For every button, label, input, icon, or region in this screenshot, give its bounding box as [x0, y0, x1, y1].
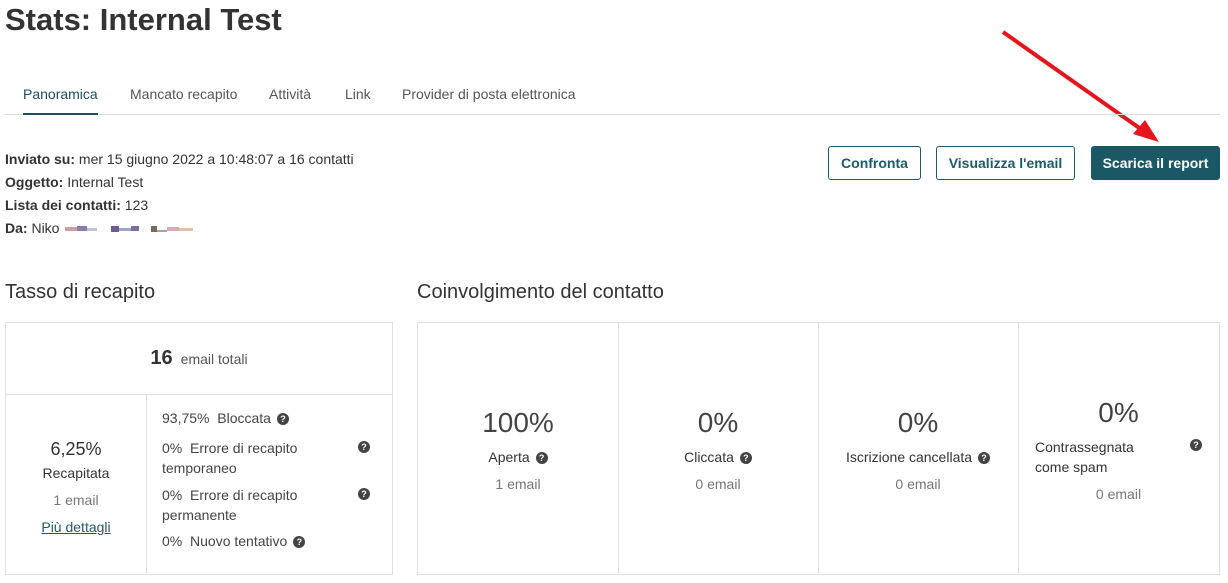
tab-link[interactable]: Link [345, 86, 371, 113]
tab-provider[interactable]: Provider di posta elettronica [402, 86, 576, 113]
engagement-section-title: Coinvolgimento del contatto [417, 281, 664, 303]
total-number: 16 [150, 347, 173, 369]
bounce-row-permanent: 0% Errore di recapito permanente [162, 485, 312, 525]
total-emails: 16 email totali [6, 323, 392, 395]
subject-label: Oggetto: [5, 174, 64, 190]
tab-attivita[interactable]: Attività [269, 86, 311, 113]
list-row: Lista dei contatti: 123 [5, 194, 354, 217]
page-title: Stats: Internal Test [5, 2, 282, 37]
card-pct: 0% [697, 407, 739, 438]
subject-value: Internal Test [63, 174, 144, 190]
tab-panoramica[interactable]: Panoramica [23, 86, 98, 115]
redacted-sender [65, 226, 194, 233]
engagement-panel: 100% Aperta? 1 email 0% Cliccata? 0 emai… [417, 322, 1220, 575]
help-icon[interactable]: ? [535, 452, 548, 465]
row-label: Nuovo tentativo [190, 533, 288, 549]
delivery-section-title: Tasso di recapito [5, 281, 156, 303]
row-pct: 0% [162, 533, 183, 549]
card-count: 1 email [495, 476, 541, 492]
help-icon[interactable]: ? [358, 441, 370, 453]
from-value: Niko [27, 220, 60, 236]
from-row: Da: Niko [5, 217, 354, 240]
card-count: 0 email [895, 476, 941, 492]
compare-button[interactable]: Confronta [828, 146, 921, 180]
tab-mancato-recapito[interactable]: Mancato recapito [130, 86, 237, 113]
card-unsubscribed: 0% Iscrizione cancellata? 0 email [818, 323, 1019, 574]
row-label: Bloccata [217, 410, 271, 426]
bounce-row-blocked: 93,75% Bloccata? [162, 410, 289, 426]
card-clicked: 0% Cliccata? 0 email [618, 323, 819, 574]
card-label-row: Cliccata? [618, 449, 818, 465]
card-count: 0 email [695, 476, 741, 492]
help-icon[interactable]: ? [276, 413, 289, 426]
card-label: Aperta [488, 449, 530, 465]
row-label: Errore di recapito permanente [162, 487, 298, 523]
card-label-row: Iscrizione cancellata? [818, 449, 1018, 465]
help-icon[interactable]: ? [293, 536, 306, 549]
help-icon[interactable]: ? [358, 488, 370, 500]
more-details-link[interactable]: Più dettagli [6, 519, 146, 535]
download-report-button[interactable]: Scarica il report [1091, 146, 1220, 180]
total-label: email totali [180, 350, 248, 367]
delivered-count: 1 email [53, 492, 99, 508]
row-pct: 93,75% [162, 410, 210, 426]
card-label: Iscrizione cancellata [845, 449, 973, 465]
card-label: Contrassegnata come spam [1035, 439, 1134, 475]
help-icon[interactable]: ? [739, 452, 752, 465]
row-pct: 0% [162, 440, 183, 456]
card-count: 0 email [1095, 486, 1142, 502]
view-email-button[interactable]: Visualizza l'email [936, 146, 1075, 180]
card-label: Cliccata [684, 449, 734, 465]
delivered-pct: 6,25% [50, 439, 102, 459]
sent-label: Inviato su: [5, 151, 76, 167]
card-pct: 100% [482, 407, 554, 438]
sent-value: mer 15 giugno 2022 a 10:48:07 a 16 conta… [75, 151, 354, 167]
tab-bar: Panoramica Mancato recapito Attività Lin… [5, 80, 1220, 115]
row-label: Errore di recapito temporaneo [162, 440, 298, 476]
campaign-meta: Inviato su: mer 15 giugno 2022 a 10:48:0… [5, 148, 354, 240]
sent-row: Inviato su: mer 15 giugno 2022 a 10:48:0… [5, 148, 354, 171]
card-pct: 0% [1098, 397, 1139, 428]
card-pct: 0% [897, 407, 939, 438]
card-label-row: Aperta? [418, 449, 618, 465]
help-icon[interactable]: ? [1190, 439, 1202, 451]
card-opened: 100% Aperta? 1 email [418, 323, 619, 574]
delivery-panel: 16 email totali 6,25% Recapitata 1 email… [5, 322, 393, 575]
list-value: 123 [120, 197, 149, 213]
delivered-label: Recapitata [42, 465, 110, 481]
bounce-row-retry: 0% Nuovo tentativo? [162, 533, 306, 549]
card-spam: 0% Contrassegnata come spam ? 0 email [1018, 323, 1219, 574]
help-icon[interactable]: ? [978, 452, 991, 465]
from-label: Da: [5, 220, 28, 236]
bounce-row-temporary: 0% Errore di recapito temporaneo [162, 438, 312, 478]
subject-row: Oggetto: Internal Test [5, 171, 354, 194]
delivered-box: 6,25% Recapitata 1 email Più dettagli [6, 395, 147, 575]
list-label: Lista dei contatti: [5, 197, 121, 213]
row-pct: 0% [162, 487, 183, 503]
